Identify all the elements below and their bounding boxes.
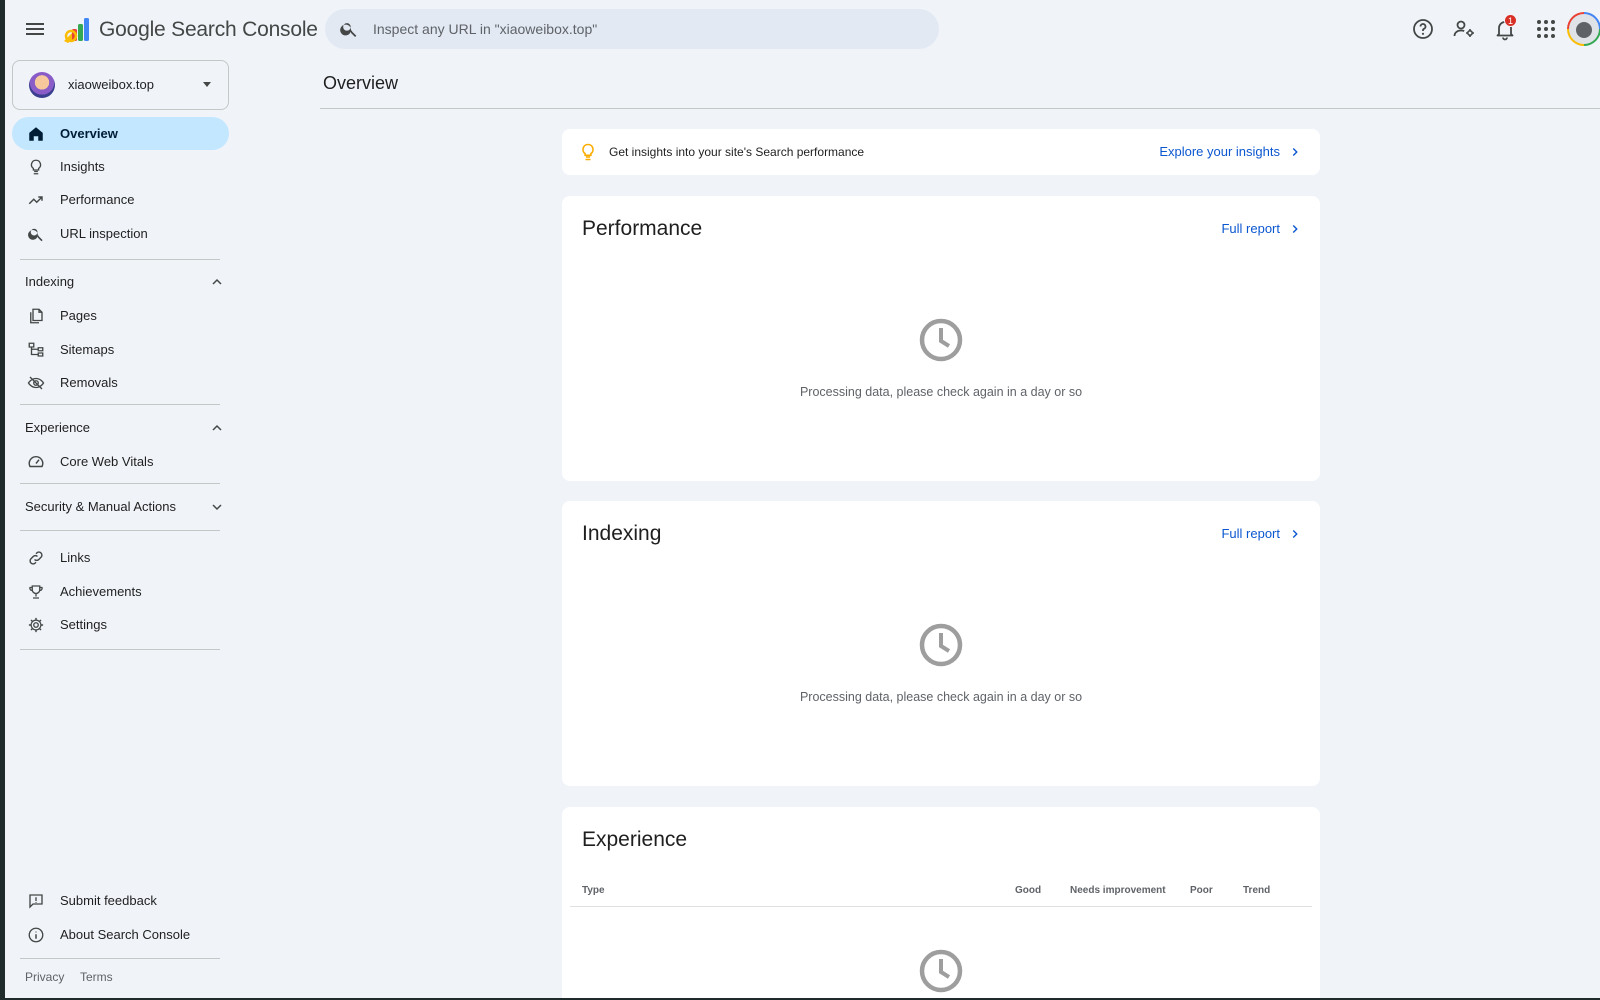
column-header-type: Type	[582, 885, 605, 896]
top-bar: Google Search Console 1	[5, 0, 1600, 58]
manage-users-icon[interactable]	[1452, 17, 1476, 41]
sidebar-item-submit-feedback[interactable]: Submit feedback	[12, 884, 229, 917]
column-header-needs-improvement: Needs improvement	[1070, 885, 1166, 896]
performance-title: Performance	[582, 217, 703, 240]
column-header-good: Good	[1015, 885, 1042, 896]
sidebar-divider	[20, 483, 220, 484]
sidebar-section-indexing[interactable]: Indexing	[25, 270, 225, 294]
chevron-right-icon	[1292, 530, 1298, 538]
lightbulb-icon	[582, 143, 594, 161]
chevron-up-icon	[212, 278, 222, 285]
performance-full-report-link[interactable]: Full report	[1221, 221, 1302, 236]
sitemap-icon	[28, 342, 44, 357]
link-icon	[29, 551, 43, 565]
column-header-poor: Poor	[1190, 885, 1213, 896]
sidebar-item-about[interactable]: About Search Console	[12, 918, 229, 951]
info-icon	[28, 927, 44, 943]
indexing-title: Indexing	[582, 522, 662, 545]
terms-link[interactable]: Terms	[80, 970, 113, 984]
sidebar-divider	[20, 958, 220, 959]
chevron-up-icon	[212, 424, 222, 431]
insights-banner: Get insights into your site's Search per…	[562, 129, 1320, 175]
speed-icon	[28, 456, 44, 468]
insights-text: Get insights into your site's Search per…	[609, 145, 865, 159]
chevron-right-icon	[1292, 148, 1298, 156]
indexing-status: Processing data, please check again in a…	[799, 690, 1083, 704]
chevron-down-icon	[212, 504, 222, 511]
dropdown-caret-icon	[203, 82, 211, 87]
notification-badge: 1	[1504, 14, 1517, 27]
sidebar-item-overview[interactable]: Overview	[12, 117, 229, 150]
search-console-logo-icon[interactable]	[62, 15, 92, 45]
home-icon	[29, 127, 43, 141]
indexing-full-report-link[interactable]: Full report	[1221, 526, 1302, 541]
search-input[interactable]	[373, 9, 923, 49]
page-title: Overview	[323, 73, 399, 93]
property-avatar	[29, 72, 55, 98]
sidebar-section-experience[interactable]: Experience	[25, 416, 225, 440]
property-name: xiaoweibox.top	[68, 77, 154, 92]
performance-status: Processing data, please check again in a…	[799, 385, 1083, 399]
trending-up-icon	[28, 196, 43, 205]
gear-icon	[28, 617, 44, 633]
sidebar-item-achievements[interactable]: Achievements	[12, 575, 229, 608]
sidebar-item-links[interactable]: Links	[12, 541, 229, 574]
trophy-icon	[29, 585, 43, 599]
sidebar-item-insights[interactable]: Insights	[12, 150, 229, 183]
privacy-link[interactable]: Privacy	[25, 970, 64, 984]
explore-insights-link[interactable]: Explore your insights	[1159, 144, 1302, 159]
sidebar-item-settings[interactable]: Settings	[12, 608, 229, 641]
sidebar-item-performance[interactable]: Performance	[12, 183, 229, 216]
search-icon	[28, 228, 43, 242]
app-brand[interactable]: Google Search Console	[99, 18, 318, 42]
apps-grid-icon[interactable]	[1534, 17, 1558, 41]
sidebar-item-core-web-vitals[interactable]: Core Web Vitals	[12, 445, 229, 478]
experience-title: Experience	[582, 828, 688, 851]
chevron-right-icon	[1292, 225, 1298, 233]
clock-icon	[919, 623, 963, 667]
title-divider	[320, 108, 1600, 109]
sidebar-item-url-inspection[interactable]: URL inspection	[12, 217, 229, 250]
experience-card: Experience Type Good Needs improvement P…	[562, 807, 1320, 998]
pages-icon	[30, 308, 43, 324]
search-console-window: Google Search Console 1	[5, 0, 1600, 998]
visibility-off-icon	[27, 376, 45, 390]
sidebar-section-security[interactable]: Security & Manual Actions	[25, 495, 225, 519]
url-inspection-search[interactable]	[325, 9, 939, 49]
sidebar-divider	[20, 259, 220, 260]
feedback-icon	[29, 894, 43, 909]
sidebar-item-sitemaps[interactable]: Sitemaps	[12, 333, 229, 366]
sidebar-item-pages[interactable]: Pages	[12, 299, 229, 332]
clock-icon	[919, 949, 963, 993]
sidebar-divider	[20, 404, 220, 405]
lightbulb-icon	[30, 159, 42, 175]
search-icon	[340, 23, 357, 37]
indexing-card: Indexing Full report Processing data, pl…	[562, 501, 1320, 786]
performance-card: Performance Full report Processing data,…	[562, 196, 1320, 481]
property-selector[interactable]: xiaoweibox.top	[12, 60, 229, 110]
help-icon[interactable]	[1411, 17, 1435, 41]
table-divider	[570, 906, 1312, 907]
clock-icon	[919, 318, 963, 362]
account-avatar[interactable]	[1567, 12, 1600, 46]
sidebar-divider	[20, 530, 220, 531]
sidebar-item-removals[interactable]: Removals	[12, 366, 229, 399]
menu-icon[interactable]	[23, 17, 47, 41]
sidebar-divider	[20, 649, 220, 650]
column-header-trend: Trend	[1243, 885, 1271, 896]
